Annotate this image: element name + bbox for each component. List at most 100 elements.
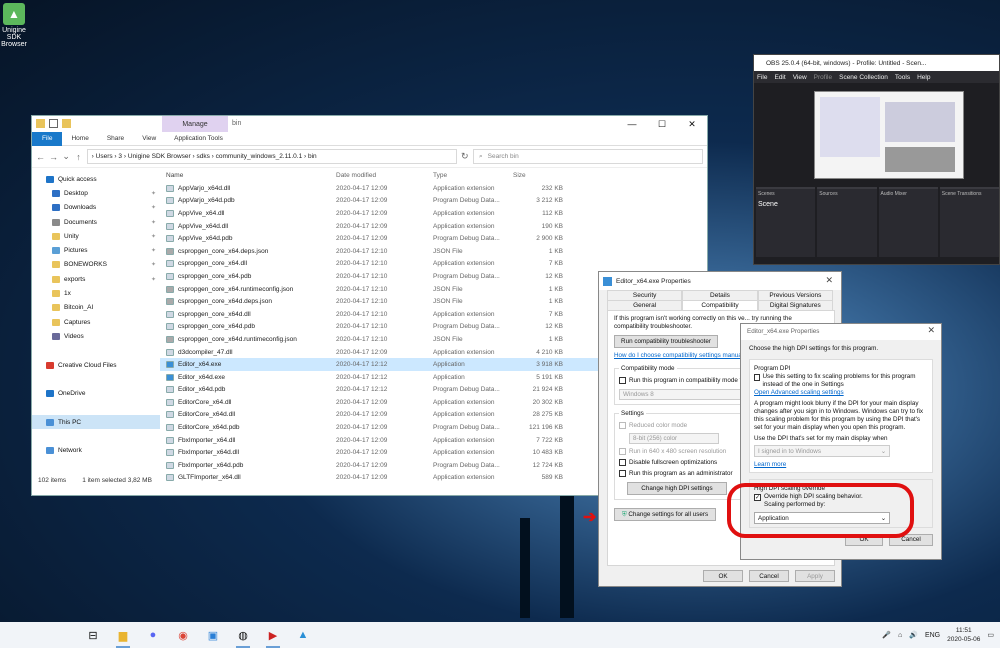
advanced-scaling-link[interactable]: Open Advanced scaling settings bbox=[754, 389, 928, 397]
learn-more-link[interactable]: Learn more bbox=[754, 461, 928, 469]
nav-item[interactable]: Videos bbox=[32, 329, 160, 343]
nav-item[interactable]: Unity ✦ bbox=[32, 229, 160, 243]
media-player-icon[interactable]: ▶ bbox=[258, 622, 288, 648]
language-indicator[interactable]: ENG bbox=[925, 632, 940, 639]
pin-icon[interactable]: ✦ bbox=[151, 233, 156, 240]
table-row[interactable]: AppVive_x64d.dll 2020-04-17 12:09 Applicat… bbox=[160, 220, 707, 233]
tab-details[interactable]: Details bbox=[682, 290, 758, 300]
column-size[interactable]: Size bbox=[513, 172, 563, 179]
column-name[interactable]: Name bbox=[160, 172, 336, 179]
nav-item[interactable]: OneDrive bbox=[32, 386, 160, 400]
manage-tab[interactable]: Manage bbox=[162, 116, 228, 132]
recent-chevron-icon[interactable]: ⌄ bbox=[62, 151, 70, 162]
address-bar[interactable]: › Users › 3 › Unigine SDK Browser › sdks… bbox=[86, 149, 457, 164]
search-input[interactable]: ⌕ Search bin bbox=[472, 149, 703, 164]
network-icon[interactable]: ⌂ bbox=[898, 632, 902, 639]
notifications-icon[interactable]: ▭ bbox=[987, 631, 994, 639]
nav-item[interactable]: Pictures ✦ bbox=[32, 243, 160, 257]
apply-button[interactable]: Apply bbox=[795, 570, 835, 582]
breadcrumb-item[interactable]: Users bbox=[96, 153, 113, 160]
scene-item[interactable]: Scene bbox=[758, 201, 813, 208]
pin-icon[interactable]: ✦ bbox=[151, 204, 156, 211]
desktop-icon-unigine[interactable]: ▲ Unigine SDK Browser bbox=[0, 0, 28, 48]
app-window-icon[interactable]: ▣ bbox=[198, 622, 228, 648]
table-row[interactable]: AppVive_x64d.pdb 2020-04-17 12:09 Program … bbox=[160, 232, 707, 245]
obs-preview[interactable] bbox=[814, 91, 964, 179]
microphone-icon[interactable]: 🎤 bbox=[882, 631, 891, 639]
compat-os-select[interactable]: Windows 8 bbox=[619, 389, 749, 400]
pin-icon[interactable]: ✦ bbox=[151, 190, 156, 197]
nav-item[interactable]: BONEWORKS ✦ bbox=[32, 258, 160, 272]
clock[interactable]: 11:51 2020-05-06 bbox=[947, 626, 980, 644]
color-mode-select[interactable]: 8-bit (256) color bbox=[629, 433, 719, 444]
nav-item[interactable]: Bitcoin_AI bbox=[32, 301, 160, 315]
discord-icon[interactable]: ● bbox=[138, 622, 168, 648]
file-explorer-taskbar-icon[interactable]: ▆ bbox=[108, 622, 138, 648]
obs-taskbar-icon[interactable]: ◍ bbox=[228, 622, 258, 648]
maximize-icon[interactable]: ☐ bbox=[647, 116, 677, 132]
task-view-icon[interactable]: ⊟ bbox=[78, 622, 108, 648]
pin-icon[interactable]: ✦ bbox=[151, 276, 156, 283]
tab-file[interactable]: File bbox=[32, 131, 63, 146]
tab-view[interactable]: View bbox=[133, 135, 165, 142]
nav-item[interactable]: Desktop ✦ bbox=[32, 186, 160, 200]
nav-item[interactable]: Captures bbox=[32, 315, 160, 329]
table-row[interactable]: AppVive_x64.dll 2020-04-17 12:09 Applicati… bbox=[160, 207, 707, 220]
obs-menu-edit[interactable]: Edit bbox=[774, 74, 785, 81]
cancel-button[interactable]: Cancel bbox=[749, 570, 789, 582]
troubleshooter-button[interactable]: Run compatibility troubleshooter bbox=[614, 335, 718, 348]
tab-security[interactable]: Security bbox=[607, 290, 683, 300]
obs-menu-help[interactable]: Help bbox=[917, 74, 930, 81]
change-dpi-button[interactable]: Change high DPI settings bbox=[627, 482, 727, 495]
pin-icon[interactable]: ✦ bbox=[151, 219, 156, 226]
nav-item[interactable]: This PC bbox=[32, 415, 160, 430]
table-row[interactable]: AppVarjo_x64d.pdb 2020-04-17 12:09 Program… bbox=[160, 195, 707, 208]
pin-icon[interactable]: ✦ bbox=[151, 247, 156, 254]
forward-icon[interactable]: → bbox=[49, 152, 58, 162]
nav-item[interactable]: Creative Cloud Files bbox=[32, 358, 160, 372]
table-row[interactable]: cspropgen_core_x64.deps.json 2020-04-17 1… bbox=[160, 245, 707, 258]
refresh-icon[interactable]: ↻ bbox=[461, 151, 469, 162]
volume-icon[interactable]: 🔊 bbox=[909, 631, 918, 639]
obs-menu-scene-collection[interactable]: Scene Collection bbox=[839, 74, 888, 81]
obs-menu-file[interactable]: File bbox=[757, 74, 767, 81]
nav-item[interactable]: 1x bbox=[32, 286, 160, 300]
program-dpi-checkbox[interactable]: Use this setting to fix scaling problems… bbox=[754, 373, 928, 389]
tab-digital-signatures[interactable]: Digital Signatures bbox=[757, 300, 833, 310]
close-icon[interactable]: ✕ bbox=[825, 275, 833, 286]
tab-general[interactable]: General bbox=[607, 300, 683, 310]
up-icon[interactable]: ↑ bbox=[74, 152, 82, 162]
table-row[interactable]: cspropgen_core_x64.dll 2020-04-17 12:10 Ap… bbox=[160, 258, 707, 271]
all-users-button[interactable]: ⛨ Change settings for all users bbox=[614, 508, 716, 521]
table-row[interactable]: AppVarjo_x64d.dll 2020-04-17 12:09 Applica… bbox=[160, 182, 707, 195]
checkbox-icon[interactable] bbox=[49, 119, 58, 128]
obs-menu-view[interactable]: View bbox=[793, 74, 807, 81]
breadcrumb-item[interactable]: 3 bbox=[118, 153, 122, 160]
nav-item[interactable]: exports ✦ bbox=[32, 272, 160, 286]
chrome-icon[interactable]: ◉ bbox=[168, 622, 198, 648]
nav-item[interactable]: Downloads ✦ bbox=[32, 201, 160, 215]
breadcrumb-item[interactable]: sdks bbox=[196, 153, 209, 160]
tab-previous-versions[interactable]: Previous Versions bbox=[757, 290, 833, 300]
minimize-icon[interactable]: — bbox=[617, 116, 647, 132]
obs-menu-profile[interactable]: Profile bbox=[814, 74, 832, 81]
breadcrumb-item[interactable]: bin bbox=[308, 153, 317, 160]
nav-item[interactable]: Quick access bbox=[32, 172, 160, 186]
tab-compatibility[interactable]: Compatibility bbox=[682, 300, 758, 310]
taskbar-search-area[interactable] bbox=[0, 622, 78, 648]
photos-icon[interactable]: ▲ bbox=[288, 622, 318, 648]
column-date[interactable]: Date modified bbox=[336, 172, 433, 179]
close-icon[interactable]: ✕ bbox=[927, 326, 935, 335]
tab-share[interactable]: Share bbox=[98, 135, 133, 142]
folder-icon[interactable] bbox=[62, 119, 71, 128]
obs-menu-tools[interactable]: Tools bbox=[895, 74, 910, 81]
breadcrumb-item[interactable]: Unigine SDK Browser bbox=[128, 153, 191, 160]
nav-item[interactable]: Network bbox=[32, 444, 160, 458]
column-type[interactable]: Type bbox=[433, 172, 513, 179]
ok-button[interactable]: OK bbox=[703, 570, 743, 582]
signed-in-select[interactable]: I signed in to Windows ⌄ bbox=[754, 445, 890, 457]
close-icon[interactable]: ✕ bbox=[677, 116, 707, 132]
nav-item[interactable]: Documents ✦ bbox=[32, 215, 160, 229]
breadcrumb-item[interactable]: community_windows_2.11.0.1 bbox=[216, 153, 303, 160]
tab-home[interactable]: Home bbox=[62, 135, 97, 142]
